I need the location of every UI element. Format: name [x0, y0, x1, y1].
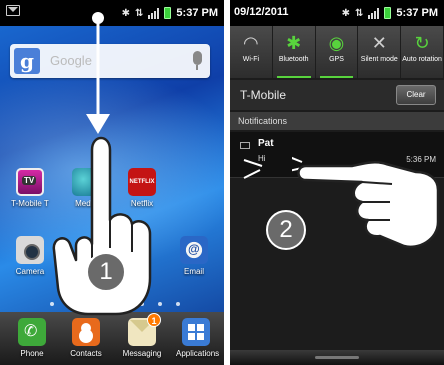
app-label: Applications: [176, 349, 220, 358]
notifications-header: Notifications: [230, 112, 444, 130]
status-icons: ✱ ⇅ 5:37 PM: [342, 0, 438, 26]
bluetooth-status-icon: ✱: [121, 7, 131, 19]
tmobile-tv-icon: [16, 168, 44, 196]
carrier-row: T-Mobile Clear: [230, 80, 444, 110]
status-icons: ✱ ⇅ 5:37 PM: [122, 0, 218, 26]
bluetooth-icon: ✱: [286, 33, 302, 53]
dock-phone[interactable]: Phone: [12, 318, 52, 358]
app-email[interactable]: Email: [174, 236, 214, 276]
signal-icon: [368, 7, 380, 19]
toggle-label: Silent mode: [360, 56, 398, 63]
toggle-wifi[interactable]: ◠ Wi-Fi: [230, 26, 273, 78]
tapping-hand-icon: [292, 156, 440, 249]
status-time: 5:37 PM: [396, 7, 438, 19]
toggle-label: Wi-Fi: [242, 56, 260, 63]
step-badge: 2: [266, 210, 306, 250]
battery-icon: [384, 7, 392, 19]
step-badge: 1: [86, 252, 126, 292]
google-search-widget[interactable]: g Google: [10, 44, 210, 78]
app-label: Contacts: [70, 349, 102, 358]
camera-icon: [16, 236, 44, 264]
app-label: T-Mobile T: [11, 199, 49, 208]
network-4g-icon: ⇅: [135, 7, 144, 19]
signal-icon: [148, 7, 160, 19]
app-label: Messaging: [122, 349, 162, 358]
quick-settings-toggles: ◠ Wi-Fi ✱ Bluetooth ◉ GPS ✕ Silent mode …: [230, 26, 444, 78]
notification-title: Pat: [258, 138, 274, 149]
mic-icon[interactable]: [193, 51, 202, 70]
toggle-bluetooth[interactable]: ✱ Bluetooth: [273, 26, 316, 78]
app-camera[interactable]: Camera: [10, 236, 50, 276]
toggle-auto-rotation[interactable]: ↻ Auto rotation: [401, 26, 444, 78]
panel-handle[interactable]: [230, 350, 444, 365]
wifi-icon: ◠: [243, 33, 259, 53]
applications-icon: [182, 318, 210, 346]
toggle-label: Bluetooth: [278, 56, 309, 63]
google-logo-icon: g: [14, 48, 40, 74]
app-label: Email: [183, 267, 204, 276]
silent-mode-icon: ✕: [371, 33, 387, 53]
clear-button[interactable]: Clear: [396, 85, 436, 105]
toggle-gps[interactable]: ◉ GPS: [316, 26, 359, 78]
dock: Phone Contacts 1 Messaging Applications: [0, 312, 224, 365]
message-icon: [240, 142, 250, 149]
phone-icon: [18, 318, 46, 346]
messaging-icon: 1: [128, 313, 161, 346]
email-icon: [180, 236, 208, 264]
dock-messaging[interactable]: 1 Messaging: [122, 313, 162, 358]
app-label: Camera: [15, 267, 45, 276]
battery-icon: [164, 7, 172, 19]
home-screen: ✱ ⇅ 5:37 PM g Google T-Mobile T Media NE…: [0, 0, 224, 365]
email-notification-icon: [6, 5, 20, 16]
notification-panel: 09/12/2011 ✱ ⇅ 5:37 PM ◠ Wi-Fi ✱ Bluetoo…: [230, 0, 444, 365]
app-label: Phone: [20, 349, 44, 358]
toggle-silent-mode[interactable]: ✕ Silent mode: [358, 26, 402, 78]
status-date: 09/12/2011: [234, 6, 289, 18]
tap-indicator-icon: [243, 159, 263, 179]
toggle-label: Auto rotation: [402, 56, 442, 63]
contacts-icon: [72, 318, 100, 346]
status-bar: 09/12/2011 ✱ ⇅ 5:37 PM: [230, 0, 444, 26]
network-4g-icon: ⇅: [355, 7, 364, 19]
dock-applications[interactable]: Applications: [176, 318, 220, 358]
bluetooth-status-icon: ✱: [341, 7, 351, 19]
toggle-label: GPS: [329, 56, 344, 63]
gps-icon: ◉: [328, 33, 345, 53]
status-bar[interactable]: ✱ ⇅ 5:37 PM: [0, 0, 224, 26]
swipe-down-arrow: [86, 12, 110, 134]
carrier-name: T-Mobile: [240, 88, 287, 102]
auto-rotation-icon: ↻: [414, 33, 430, 53]
app-tmobile-tv[interactable]: T-Mobile T: [10, 168, 50, 208]
dock-contacts[interactable]: Contacts: [66, 318, 106, 358]
status-time: 5:37 PM: [176, 7, 218, 19]
